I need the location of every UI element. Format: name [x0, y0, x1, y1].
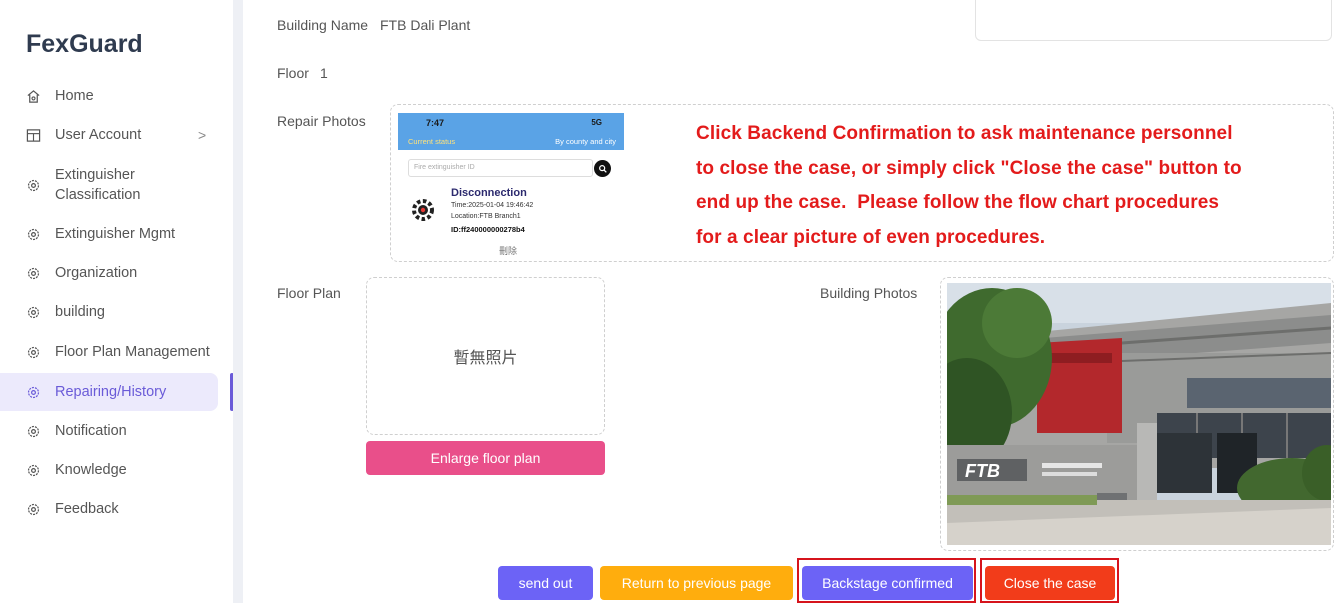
sidebar-item-extinguisher-mgmt[interactable]: Extinguisher Mgmt	[0, 222, 218, 246]
building-photo[interactable]: FTB	[947, 283, 1331, 545]
instruction-line-4: for a clear picture of even procedures.	[696, 226, 1046, 248]
gear-icon	[26, 463, 41, 478]
event-id: ID:ff240000000278b4	[451, 225, 525, 234]
event-title: Disconnection	[451, 187, 527, 199]
sidebar-item-home[interactable]: Home	[0, 84, 218, 108]
gear-icon	[26, 305, 41, 320]
sidebar-item-label: Extinguisher Mgmt	[55, 226, 176, 242]
search-icon	[594, 160, 611, 177]
sign-text: FTB	[965, 461, 1000, 481]
floor-value: 1	[320, 65, 328, 81]
sidebar-item-label: Repairing/History	[55, 384, 167, 400]
close-case-highlight-box	[980, 558, 1119, 603]
phone-time: 7:47	[426, 118, 445, 128]
floor-plan-label: Floor Plan	[277, 285, 341, 301]
delete-label: 刪除	[499, 246, 518, 256]
return-button[interactable]: Return to previous page	[600, 566, 793, 600]
phone-header: 7:47 5G Current status By county and cit…	[398, 113, 624, 150]
sidebar-item-label: Organization	[55, 265, 138, 281]
building-name-label: Building Name	[277, 17, 369, 33]
building-name-value: FTB Dali Plant	[380, 17, 471, 33]
sidebar-divider	[233, 0, 243, 603]
sidebar-item-label: User Account	[55, 127, 142, 143]
gear-icon	[26, 345, 41, 360]
sidebar-item-label: Floor Plan Management	[55, 344, 210, 360]
floor-label: Floor	[277, 65, 309, 81]
home-icon	[26, 89, 41, 104]
sidebar-item-extinguisher-classification[interactable]: Extinguisher Classification	[0, 163, 218, 207]
instruction-line-3: end up the case. Please follow the flow …	[696, 192, 1220, 213]
sidebar-item-label: Knowledge	[55, 462, 127, 478]
sidebar-item-building[interactable]: building	[0, 300, 218, 324]
gear-icon	[26, 178, 41, 193]
label-line-1: Extinguisher	[55, 167, 135, 183]
phone-search-field: Fire extinguisher ID	[408, 159, 593, 177]
repair-photos-label: Repair Photos	[277, 113, 366, 129]
send-out-button[interactable]: send out	[498, 566, 593, 600]
gear-icon	[26, 266, 41, 281]
sidebar-item-label: Extinguisher Classification	[55, 165, 140, 205]
sidebar-item-user-account[interactable]: User Account >	[0, 123, 218, 147]
phone-status: Current status	[408, 137, 456, 146]
sidebar-item-repairing-history[interactable]: Repairing/History	[0, 373, 218, 411]
phone-signal: 5G	[591, 118, 602, 127]
backstage-highlight-box	[797, 558, 976, 603]
building-photos-label: Building Photos	[820, 285, 918, 301]
event-time: Time:2025-01-04 19:46:42	[451, 202, 534, 209]
sidebar-item-notification[interactable]: Notification	[0, 419, 218, 443]
enlarge-floor-plan-button[interactable]: Enlarge floor plan	[366, 441, 605, 475]
gear-icon	[26, 502, 41, 517]
gear-icon	[26, 385, 41, 400]
gear-icon	[26, 424, 41, 439]
sidebar-item-floor-plan-management[interactable]: Floor Plan Management	[0, 340, 218, 364]
instruction-line-1: Click Backend Confirmation to ask mainte…	[696, 123, 1233, 144]
info-panel	[975, 0, 1332, 41]
sidebar-item-feedback[interactable]: Feedback	[0, 497, 218, 521]
sidebar-item-label: Notification	[55, 423, 127, 439]
sidebar-item-organization[interactable]: Organization	[0, 261, 218, 285]
instruction-text: Click Backend Confirmation to ask mainte…	[696, 117, 1321, 255]
sidebar-item-label: Feedback	[55, 501, 119, 517]
chevron-right-icon: >	[198, 127, 207, 143]
phone-county: By county and city	[555, 137, 616, 146]
gear-icon	[26, 227, 41, 242]
repair-photo-thumbnail[interactable]: 7:47 5G Current status By county and cit…	[398, 113, 624, 260]
no-photo-text: 暫無照片	[453, 350, 518, 367]
sidebar-item-label: building	[55, 304, 105, 320]
alarm-gear-icon	[412, 199, 434, 221]
brand-logo: FexGuard	[26, 30, 143, 58]
sidebar: FexGuard Home User Account > Extinguishe…	[0, 0, 233, 603]
sidebar-item-label: Home	[55, 88, 94, 104]
floor-plan-placeholder: 暫無照片	[366, 277, 605, 435]
label-line-2: Classification	[55, 187, 141, 203]
event-location: Location:FTB Branch1	[451, 213, 521, 220]
table-icon	[26, 128, 41, 143]
sidebar-item-knowledge[interactable]: Knowledge	[0, 458, 218, 482]
instruction-line-2: to close the case, or simply click "Clos…	[696, 157, 1242, 179]
